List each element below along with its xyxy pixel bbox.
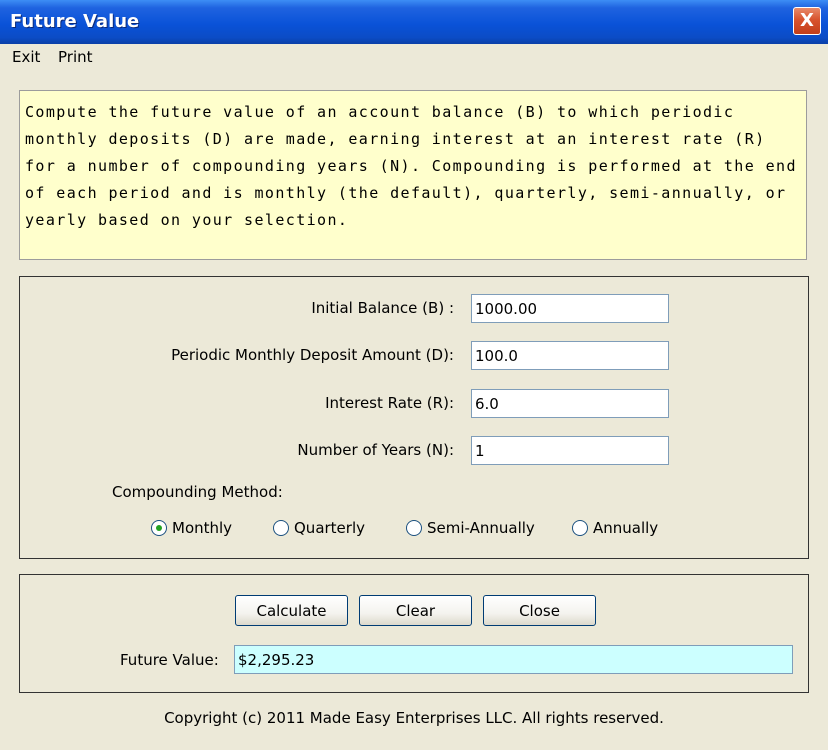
menu-item-exit[interactable]: Exit [12,48,40,66]
initial-balance-input[interactable] [471,294,669,323]
close-button[interactable]: Close [483,595,596,626]
menu-item-print[interactable]: Print [58,48,93,66]
clear-button[interactable]: Clear [359,595,472,626]
years-label: Number of Years (N): [297,441,454,459]
inputs-panel: Initial Balance (B) : Periodic Monthly D… [19,276,809,559]
initial-balance-label: Initial Balance (B) : [311,299,454,317]
interest-rate-input[interactable] [471,389,669,418]
monthly-deposit-label: Periodic Monthly Deposit Amount (D): [171,346,454,364]
radio-semi-annually-label: Semi-Annually [427,519,535,537]
copyright-text: Copyright (c) 2011 Made Easy Enterprises… [164,709,664,727]
calculate-button[interactable]: Calculate [235,595,348,626]
title-bar[interactable]: Future Value X [0,0,828,45]
monthly-deposit-input[interactable] [471,341,669,370]
actions-panel: Calculate Clear Close Future Value: $2,2… [19,574,809,693]
radio-annually-label: Annually [593,519,659,537]
radio-unselected-icon [406,520,422,536]
radio-annually[interactable]: Annually [572,519,658,537]
close-icon: X [800,10,814,31]
radio-monthly-label: Monthly [172,519,233,537]
radio-semi-annually[interactable]: Semi-Annually [406,519,535,537]
interest-rate-label: Interest Rate (R): [325,394,454,412]
window-title: Future Value [10,11,140,32]
description-text: Compute the future value of an account b… [19,90,807,260]
years-input[interactable] [471,436,669,465]
future-value-label: Future Value: [120,651,219,669]
close-window-button[interactable]: X [793,7,821,35]
radio-monthly[interactable]: Monthly [151,519,232,537]
radio-selected-icon [151,520,167,536]
future-value-output: $2,295.23 [234,645,793,674]
radio-quarterly[interactable]: Quarterly [273,519,365,537]
radio-unselected-icon [572,520,588,536]
future-value-window: Future Value X Exit Print Compute the fu… [0,0,828,750]
radio-unselected-icon [273,520,289,536]
compounding-method-label: Compounding Method: [112,483,283,501]
radio-quarterly-label: Quarterly [294,519,365,537]
menu-bar: Exit Print [0,44,828,70]
